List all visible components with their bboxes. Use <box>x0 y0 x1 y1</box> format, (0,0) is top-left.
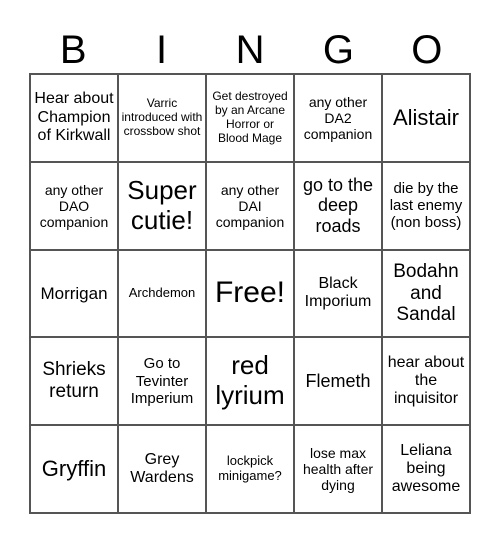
cell-text: Black Imporium <box>304 275 372 311</box>
cell-text: go to the deep roads <box>302 174 374 237</box>
header-letter-n: N <box>235 28 265 72</box>
cell-text: any other DA2 companion <box>303 93 373 142</box>
cell-text: die by the last enemy (non boss) <box>389 179 463 232</box>
bingo-cell[interactable]: any other DAO companion <box>30 161 118 250</box>
cell-text: lose max health after dying <box>302 444 374 494</box>
bingo-cell[interactable]: any other DA2 companion <box>294 74 382 162</box>
header-letter-g: G <box>322 28 354 72</box>
bingo-grid: Hear about Champion of Kirkwall Varric i… <box>29 73 471 514</box>
cell-text: Leliana being awesome <box>391 441 461 496</box>
bingo-cell[interactable]: Morrigan <box>30 249 118 338</box>
cell-text: any other DAO companion <box>39 181 109 230</box>
cell-text: Alistair <box>392 105 459 131</box>
bingo-cell[interactable]: Flemeth <box>294 337 382 426</box>
bingo-cell[interactable]: Alistair <box>382 74 470 162</box>
cell-text: Gryffin <box>41 456 107 482</box>
bingo-cell[interactable]: Grey Wardens <box>118 425 206 513</box>
cell-text: Hear about Champion of Kirkwall <box>34 90 114 145</box>
bingo-cell[interactable]: Hear about Champion of Kirkwall <box>30 74 118 162</box>
bingo-cell[interactable]: Leliana being awesome <box>382 425 470 513</box>
bingo-cell[interactable]: Black Imporium <box>294 249 382 338</box>
bingo-cell[interactable]: Varric introduced with crossbow shot <box>118 74 206 162</box>
cell-text: Morrigan <box>40 283 108 303</box>
bingo-cell[interactable]: Get destroyed by an Arcane Horror or Blo… <box>206 74 294 162</box>
bingo-cell[interactable]: go to the deep roads <box>294 161 382 250</box>
header-letter-b: B <box>59 28 87 72</box>
bingo-cell[interactable]: die by the last enemy (non boss) <box>382 161 470 250</box>
bingo-cell[interactable]: any other DAI companion <box>206 161 294 250</box>
header-letter-i: I <box>156 28 168 72</box>
bingo-header: B I N G O <box>29 26 471 74</box>
bingo-cell[interactable]: Bodahn and Sandal <box>382 249 470 338</box>
cell-text: Free! <box>214 276 286 310</box>
bingo-cell[interactable]: Archdemon <box>118 249 206 338</box>
bingo-cell[interactable]: Super cutie! <box>118 161 206 250</box>
cell-text: lockpick minigame? <box>218 453 282 484</box>
cell-text: Get destroyed by an Arcane Horror or Blo… <box>212 89 288 145</box>
header-letter-o: O <box>411 28 443 72</box>
cell-text: Shrieks return <box>42 359 106 403</box>
cell-text: Grey Wardens <box>130 450 194 487</box>
bingo-cell[interactable]: red lyrium <box>206 337 294 426</box>
bingo-cell free-space[interactable]: Free! <box>206 249 294 338</box>
bingo-cell[interactable]: lose max health after dying <box>294 425 382 513</box>
bingo-cell[interactable]: Shrieks return <box>30 337 118 426</box>
bingo-cell[interactable]: Go to Tevinter Imperium <box>118 337 206 426</box>
bingo-cell[interactable]: Gryffin <box>30 425 118 513</box>
cell-text: Bodahn and Sandal <box>393 260 459 326</box>
cell-text: Varric introduced with crossbow shot <box>121 96 203 138</box>
bingo-cell[interactable]: hear about the inquisitor <box>382 337 470 426</box>
cell-text: Super cutie! <box>127 174 197 235</box>
cell-text: any other DAI companion <box>215 181 285 230</box>
bingo-cell[interactable]: lockpick minigame? <box>206 425 294 513</box>
cell-text: red lyrium <box>215 350 285 411</box>
cell-text: Archdemon <box>128 285 196 301</box>
cell-text: Go to Tevinter Imperium <box>130 355 194 407</box>
cell-text: Flemeth <box>305 370 371 391</box>
cell-text: hear about the inquisitor <box>387 353 465 408</box>
